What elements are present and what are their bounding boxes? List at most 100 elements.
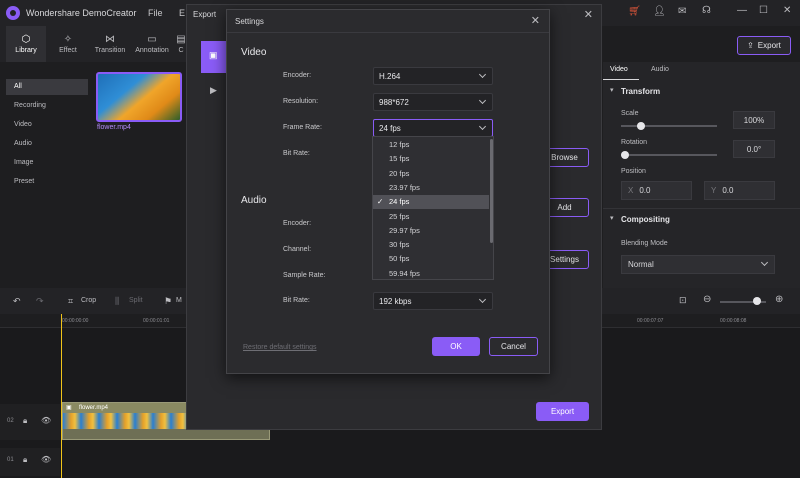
export-close-button[interactable]: ✕ bbox=[584, 8, 593, 21]
sidebar-item-image[interactable]: Image bbox=[6, 155, 88, 171]
tab-transition[interactable]: ⋈ Transition bbox=[90, 26, 130, 62]
dropdown-option[interactable]: 23.97 fps bbox=[373, 181, 489, 195]
mark-icon[interactable]: ⚑ bbox=[164, 296, 172, 307]
audio-encoder-label: Encoder: bbox=[283, 220, 312, 227]
support-icon[interactable]: ☊ bbox=[702, 5, 711, 16]
media-name: flower.mp4 bbox=[97, 124, 131, 131]
frame-rate-select[interactable]: 24 fps bbox=[373, 119, 493, 137]
blending-mode-label: Blending Mode bbox=[621, 240, 668, 247]
dropdown-option[interactable]: 12 fps bbox=[373, 138, 489, 152]
tab-annotation[interactable]: ▭ Annotation bbox=[132, 26, 172, 62]
menu-edit[interactable]: E bbox=[179, 8, 185, 18]
redo-icon[interactable]: ↷ bbox=[36, 296, 44, 307]
dropdown-option[interactable]: 30 fps bbox=[373, 238, 489, 252]
playhead[interactable] bbox=[61, 314, 62, 478]
sidebar-item-audio[interactable]: Audio bbox=[6, 136, 88, 152]
settings-close-button[interactable]: ✕ bbox=[531, 14, 540, 27]
sidebar-item-recording[interactable]: Recording bbox=[6, 98, 88, 114]
fit-icon[interactable]: ⊡ bbox=[679, 295, 687, 306]
divider bbox=[227, 32, 549, 33]
position-x-input[interactable]: X 0.0 bbox=[621, 181, 692, 200]
mark-button[interactable]: M bbox=[176, 297, 182, 304]
chevron-down-icon bbox=[760, 258, 769, 267]
scale-slider[interactable] bbox=[621, 125, 717, 127]
collapse-icon[interactable]: ▾ bbox=[610, 214, 614, 222]
resolution-value: 988*672 bbox=[379, 97, 409, 107]
user-icon[interactable]: 👤︎ bbox=[653, 6, 666, 17]
option-label: 20 fps bbox=[389, 168, 410, 178]
resolution-select[interactable]: 988*672 bbox=[373, 93, 493, 111]
y-value: 0.0 bbox=[722, 186, 734, 195]
blending-mode-select[interactable]: Normal bbox=[621, 255, 775, 274]
rotation-input[interactable]: 0.0° bbox=[733, 140, 775, 158]
crop-icon[interactable]: ⌗ bbox=[68, 296, 73, 307]
zoom-slider-handle[interactable] bbox=[753, 297, 761, 305]
tab-effect[interactable]: ✧ Effect bbox=[48, 26, 88, 62]
maximize-button[interactable]: ☐ bbox=[759, 5, 768, 16]
option-label: 59.94 fps bbox=[389, 268, 420, 278]
media-thumbnail[interactable] bbox=[96, 72, 182, 122]
lock-icon[interactable]: 🔒︎ bbox=[23, 416, 27, 426]
chevron-down-icon bbox=[478, 122, 487, 131]
sidebar-item-video[interactable]: Video bbox=[6, 117, 88, 133]
dropdown-option[interactable]: 29.97 fps bbox=[373, 224, 489, 238]
close-button[interactable]: ✕ bbox=[783, 5, 791, 16]
track-header: 01 🔒︎ 👁︎ bbox=[0, 448, 60, 476]
option-label: 29.97 fps bbox=[389, 225, 420, 235]
track-header: 02 🔒︎ 👁︎ bbox=[0, 404, 60, 440]
dropdown-option[interactable]: 15 fps bbox=[373, 152, 489, 166]
audio-bit-rate-value: 192 kbps bbox=[379, 296, 412, 306]
transform-title: Transform bbox=[621, 87, 661, 96]
channel-label: Channel: bbox=[283, 246, 312, 253]
dropdown-option-selected[interactable]: ✓ 24 fps bbox=[373, 195, 489, 210]
tab-label: Effect bbox=[59, 47, 77, 54]
time-label: 00:00:00:00 bbox=[62, 318, 89, 324]
video-encoder-select[interactable]: H.264 bbox=[373, 67, 493, 85]
tab-library[interactable]: ⬡ Library bbox=[6, 26, 46, 62]
cart-icon[interactable]: 🛒︎ bbox=[628, 6, 641, 17]
position-y-input[interactable]: Y 0.0 bbox=[704, 181, 775, 200]
dropdown-option[interactable]: 59.94 fps bbox=[373, 267, 489, 281]
ok-button[interactable]: OK bbox=[432, 337, 480, 356]
export-button-top[interactable]: ⇪ Export bbox=[737, 36, 791, 55]
export-local-tab[interactable]: ▣ bbox=[201, 41, 227, 73]
scale-input[interactable]: 100% bbox=[733, 111, 775, 129]
youtube-icon[interactable]: ▶ bbox=[210, 85, 217, 96]
sidebar-item-all[interactable]: All bbox=[6, 79, 88, 95]
split-icon[interactable]: ⫼ bbox=[115, 296, 119, 307]
zoom-out-icon[interactable]: ⊖ bbox=[703, 294, 711, 305]
collapse-icon[interactable]: ▾ bbox=[610, 86, 614, 94]
rotation-slider[interactable] bbox=[621, 154, 717, 156]
minimize-button[interactable]: — bbox=[737, 5, 747, 16]
menu-file[interactable]: File bbox=[148, 8, 163, 18]
dropdown-scrollbar[interactable] bbox=[490, 139, 493, 243]
dropdown-option[interactable]: 25 fps bbox=[373, 210, 489, 224]
crop-button[interactable]: Crop bbox=[81, 297, 96, 304]
cancel-button[interactable]: Cancel bbox=[489, 337, 538, 356]
transition-icon: ⋈ bbox=[105, 34, 115, 45]
settings-dialog-title: Settings bbox=[235, 17, 264, 26]
split-button[interactable]: Split bbox=[129, 297, 143, 304]
restore-defaults-link[interactable]: Restore default settings bbox=[243, 344, 317, 351]
time-label: 00:00:07:07 bbox=[637, 318, 664, 324]
frame-rate-dropdown[interactable]: 12 fps 15 fps 20 fps 23.97 fps ✓ 24 fps 2… bbox=[372, 136, 494, 280]
tab-audio-props[interactable]: Audio bbox=[651, 66, 669, 80]
export-button[interactable]: Export bbox=[536, 402, 589, 421]
lock-icon[interactable]: 🔒︎ bbox=[23, 455, 27, 465]
scale-slider-handle[interactable] bbox=[637, 122, 645, 130]
sidebar-item-preset[interactable]: Preset bbox=[6, 174, 88, 190]
eye-icon[interactable]: 👁︎ bbox=[41, 455, 51, 464]
zoom-in-icon[interactable]: ⊕ bbox=[775, 294, 783, 305]
tab-video-props[interactable]: Video bbox=[610, 66, 628, 80]
x-value: 0.0 bbox=[639, 186, 651, 195]
divider bbox=[603, 208, 800, 209]
audio-bit-rate-select[interactable]: 192 kbps bbox=[373, 292, 493, 310]
undo-icon[interactable]: ↶ bbox=[13, 296, 21, 307]
eye-icon[interactable]: 👁︎ bbox=[41, 416, 51, 425]
mail-icon[interactable]: ✉ bbox=[678, 6, 686, 17]
dropdown-option[interactable]: 50 fps bbox=[373, 252, 489, 266]
video-encoder-value: H.264 bbox=[379, 71, 401, 81]
rotation-slider-handle[interactable] bbox=[621, 151, 629, 159]
dropdown-option[interactable]: 20 fps bbox=[373, 167, 489, 181]
option-label: 24 fps bbox=[389, 197, 410, 207]
